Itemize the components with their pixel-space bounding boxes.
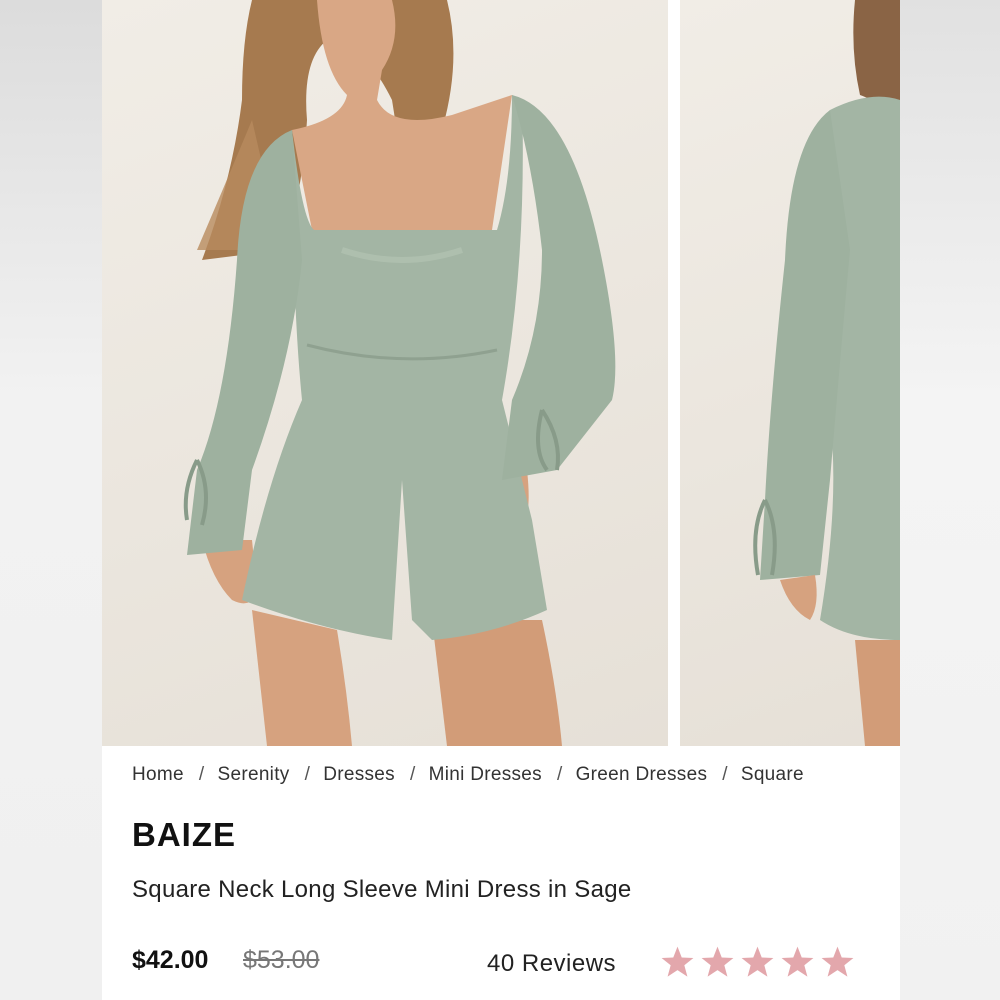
original-price: $53.00 — [243, 946, 320, 974]
breadcrumb-separator: / — [409, 764, 416, 785]
rating-stars[interactable] — [658, 940, 857, 984]
product-brand: BAIZE — [132, 816, 236, 853]
breadcrumb-home[interactable]: Home — [132, 764, 184, 786]
breadcrumb-separator: / — [304, 764, 311, 785]
left-backdrop — [0, 0, 102, 1000]
breadcrumb-current[interactable]: Square — [741, 764, 804, 786]
breadcrumb-mini-dresses[interactable]: Mini Dresses — [429, 764, 542, 786]
breadcrumb-separator: / — [198, 764, 205, 785]
product-title: Square Neck Long Sleeve Mini Dress in Sa… — [132, 876, 632, 903]
breadcrumb-separator: / — [722, 764, 728, 785]
reviews-link[interactable]: 40 Reviews — [487, 950, 616, 978]
star-icon — [781, 946, 814, 977]
star-icon — [741, 946, 774, 977]
breadcrumb-serenity[interactable]: Serenity — [217, 764, 289, 786]
breadcrumb-separator: / — [556, 764, 563, 785]
breadcrumb: Home / Serenity / Dresses / Mini Dresses / Green… — [132, 764, 872, 792]
model-side-illustration — [753, 0, 900, 746]
right-backdrop — [898, 0, 1000, 1000]
star-icon — [701, 946, 734, 977]
product-photo-second[interactable] — [680, 0, 900, 746]
star-icon — [821, 946, 854, 977]
sale-price: $42.00 — [132, 946, 209, 974]
model-illustration — [183, 0, 616, 746]
breadcrumb-green-dresses[interactable]: Green Dresses — [576, 764, 708, 786]
breadcrumb-dresses[interactable]: Dresses — [323, 764, 395, 786]
image-gallery[interactable] — [102, 0, 900, 746]
product-photo-main[interactable] — [102, 0, 668, 746]
star-icon — [661, 946, 694, 977]
product-page: Home / Serenity / Dresses / Mini Dresses / Green… — [102, 0, 900, 1000]
